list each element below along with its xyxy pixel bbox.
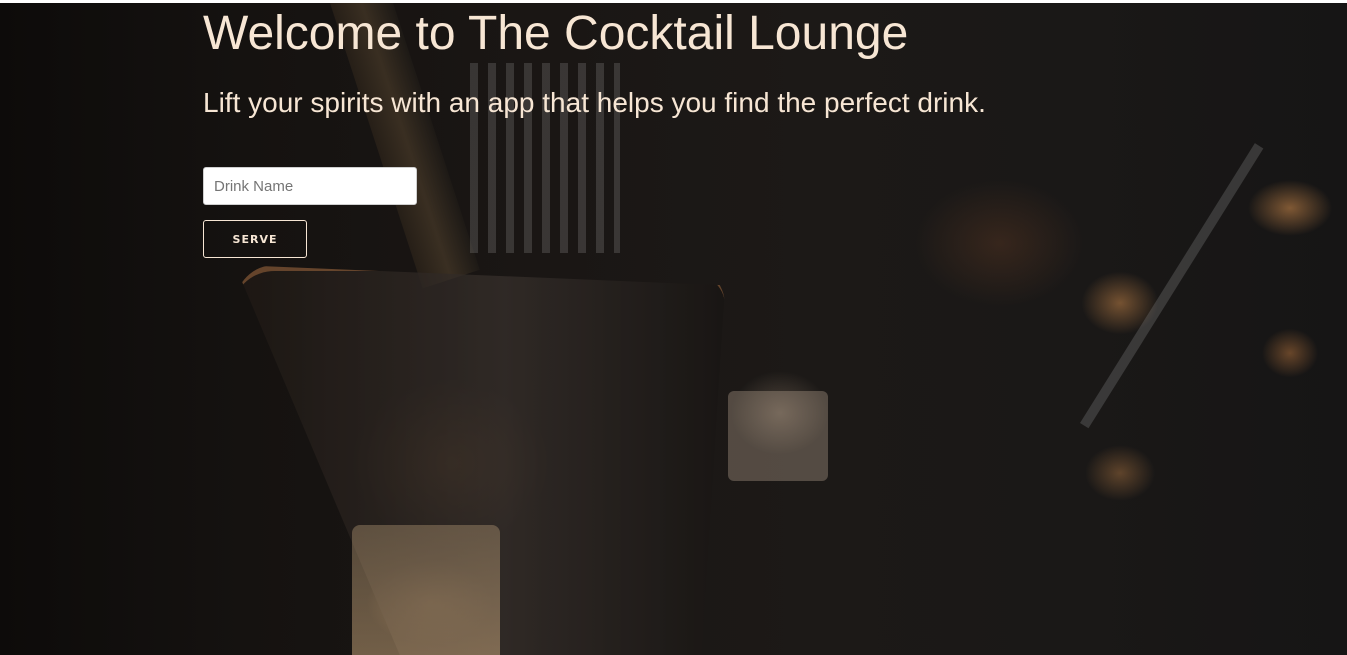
- candle-glass-shape: [352, 525, 500, 655]
- candle-shape: [728, 391, 828, 481]
- page-title: Welcome to The Cocktail Lounge: [203, 7, 909, 60]
- drink-name-input[interactable]: [203, 167, 417, 205]
- bar-rail-shape: [1080, 143, 1264, 429]
- page-subtitle: Lift your spirits with an app that helps…: [203, 87, 986, 118]
- serve-button[interactable]: SERVE: [203, 220, 307, 258]
